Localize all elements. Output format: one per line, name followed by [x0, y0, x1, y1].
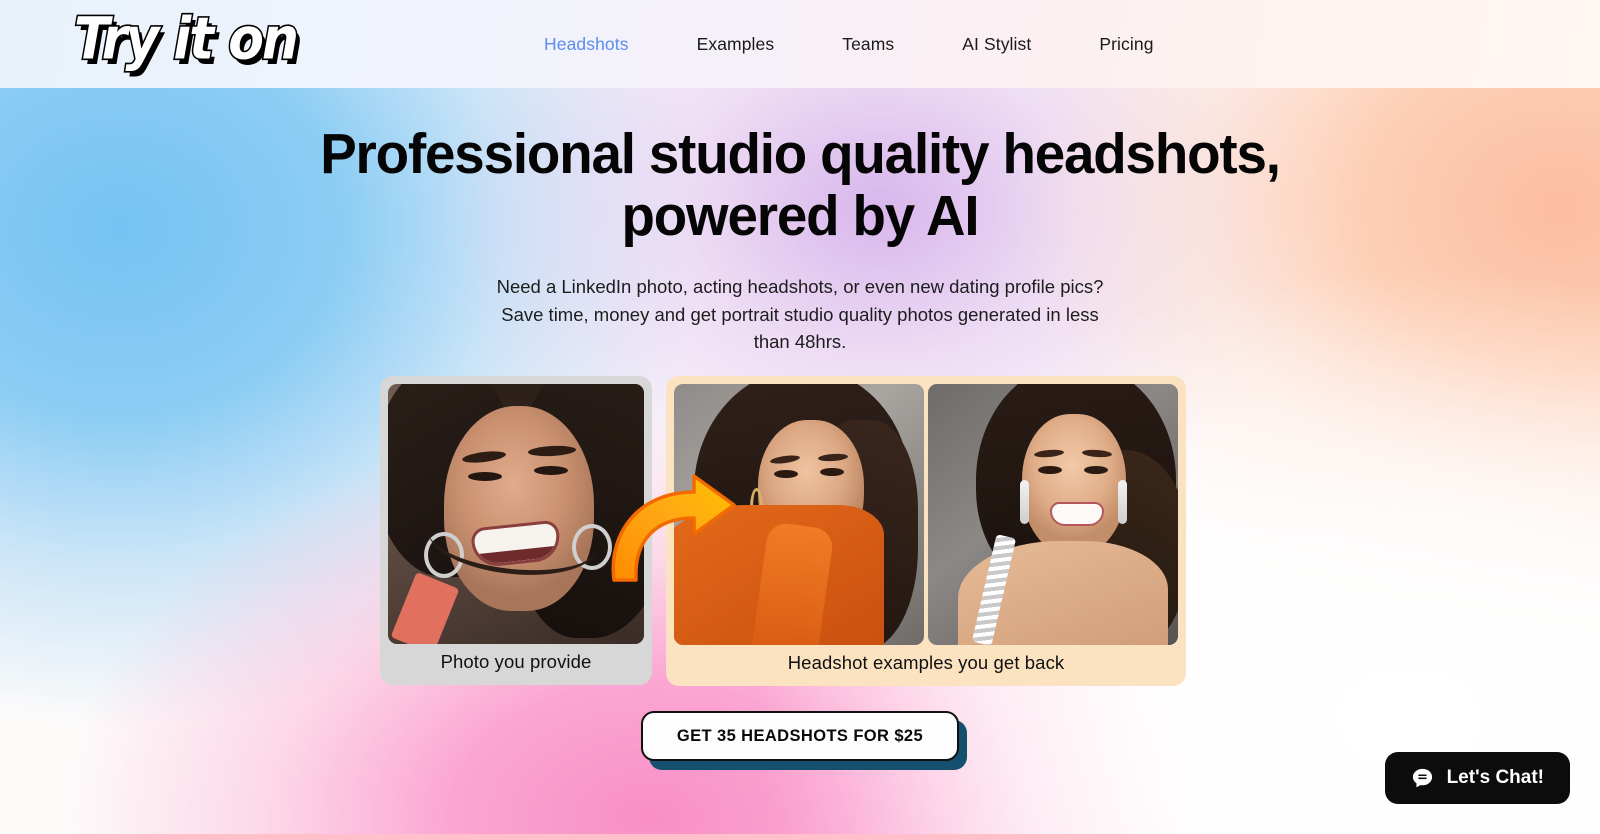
hero-section: Professional studio quality headshots, p… — [0, 88, 1600, 834]
chat-widget-label: Let's Chat! — [1446, 767, 1544, 788]
before-caption: Photo you provide — [440, 651, 592, 672]
after-photo-2 — [928, 384, 1178, 645]
before-after-comparison: Photo you provide Headshot examples you … — [380, 376, 1186, 686]
nav-item-pricing[interactable]: Pricing — [1065, 34, 1187, 55]
chat-bubble-icon — [1411, 767, 1434, 790]
subtitle-line-2: Save time, money and get portrait studio… — [501, 303, 1099, 325]
before-photo — [388, 384, 644, 644]
subtitle-line-1: Need a LinkedIn photo, acting headshots,… — [496, 276, 1104, 297]
site-header: Try it on Headshots Examples Teams AI St… — [0, 0, 1600, 88]
main-navigation: Headshots Examples Teams AI Stylist Pric… — [510, 0, 1188, 88]
after-card: Headshot examples you get back — [666, 376, 1186, 686]
headline-line-2: powered by AI — [621, 184, 980, 248]
nav-item-examples[interactable]: Examples — [663, 34, 809, 55]
nav-item-headshots[interactable]: Headshots — [510, 34, 663, 55]
get-headshots-button[interactable]: GET 35 HEADSHOTS FOR $25 — [641, 711, 959, 761]
after-caption: Headshot examples you get back — [787, 652, 1065, 673]
before-card: Photo you provide — [380, 376, 652, 685]
hero-subtitle: Need a LinkedIn photo, acting headshots,… — [0, 273, 1600, 356]
logo[interactable]: Try it on — [73, 6, 301, 74]
cta-container: GET 35 HEADSHOTS FOR $25 — [0, 711, 1600, 770]
headline-line-1: Professional studio quality headshots, — [320, 122, 1281, 186]
chat-widget-button[interactable]: Let's Chat! — [1384, 752, 1570, 804]
nav-item-teams[interactable]: Teams — [808, 34, 928, 55]
after-photo-1 — [674, 384, 924, 645]
nav-item-ai-stylist[interactable]: AI Stylist — [928, 34, 1065, 55]
subtitle-line-3: than 48hrs. — [753, 331, 847, 352]
page-title: Professional studio quality headshots, p… — [32, 123, 1568, 247]
